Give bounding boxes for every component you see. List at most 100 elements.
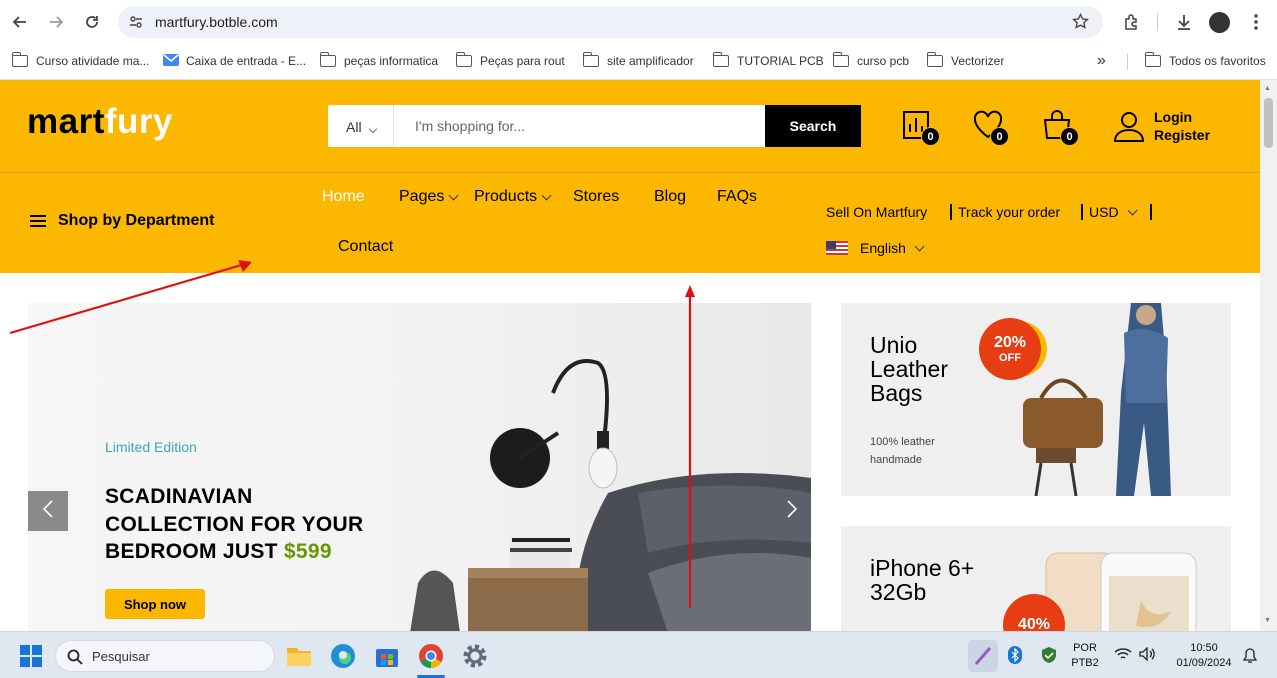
notification-bell-icon[interactable] [1242,648,1258,669]
search-icon [67,649,83,668]
nav-blog[interactable]: Blog [654,188,686,206]
scroll-down-icon[interactable]: ▼ [1264,617,1271,624]
chrome-icon[interactable] [417,642,445,670]
chevron-down-icon [448,190,459,200]
folder-icon [582,52,599,67]
bookmark-item[interactable]: peças informatica [319,52,438,70]
annotation-arrow-icon [9,260,252,335]
shop-now-button[interactable]: Shop now [105,589,205,619]
user-icon [1113,110,1145,147]
annotation-arrow-icon [685,285,695,608]
windows-start-icon[interactable] [20,645,42,672]
bookmark-divider [1127,54,1128,70]
back-icon[interactable] [8,10,32,34]
chevron-right-icon [786,499,798,523]
download-icon[interactable] [1172,10,1196,34]
bookmark-item[interactable]: site amplificador [582,52,694,70]
chevron-down-icon [368,124,377,134]
account-area: Login Register [1113,108,1223,148]
slider-next-button[interactable] [772,491,812,531]
cart-count-badge: 0 [1060,127,1079,146]
currency-select[interactable]: USD [1089,204,1138,220]
windows-taskbar: Pesquisar POR PTB2 10:50 01/09/2024 [0,631,1277,678]
promo-leather-bags[interactable]: Unio Leather Bags 100% leather handmade … [841,303,1231,496]
us-flag-icon [826,241,848,255]
banner-title-line3: BEDROOM JUST $599 [105,540,332,563]
bookmark-item[interactable]: Caixa de entrada - E... [163,52,306,70]
url-text[interactable]: martfury.botble.com [155,14,278,30]
promo-iphone[interactable]: iPhone 6+ 32Gb 40% [841,526,1231,631]
register-link[interactable]: Register [1154,127,1210,143]
input-language[interactable]: POR PTB2 [1068,641,1102,671]
page-scrollbar[interactable]: ▲ ▼ [1260,80,1277,631]
menu-kebab-icon[interactable] [1244,10,1268,34]
star-icon[interactable] [1072,12,1089,35]
search-input[interactable] [395,105,765,147]
slider-prev-button[interactable] [28,491,68,531]
bookmark-item[interactable]: curso pcb [832,52,909,70]
wishlist-count-badge: 0 [990,127,1009,146]
bookmark-item[interactable]: TUTORIAL PCB [712,52,824,70]
profile-avatar[interactable] [1209,12,1230,33]
pen-app-icon[interactable] [968,640,998,672]
nav-stores[interactable]: Stores [573,188,619,206]
file-explorer-icon[interactable] [285,642,313,670]
wishlist-button[interactable]: 0 [971,108,1011,148]
track-order-link[interactable]: Track your order [958,204,1060,220]
hamburger-icon [30,215,46,227]
cart-button[interactable]: 0 [1041,108,1081,148]
extensions-icon[interactable] [1119,10,1143,34]
all-favorites[interactable]: Todos os favoritos [1144,52,1266,70]
banner-price: $599 [283,540,332,563]
site-logo[interactable]: martfury [27,102,173,142]
scroll-thumb[interactable] [1264,98,1273,148]
folder-icon [11,52,28,67]
scroll-up-icon[interactable]: ▲ [1264,85,1271,92]
compare-button[interactable]: 0 [901,108,941,148]
link-separator [950,204,952,220]
folder-icon [319,52,336,67]
folder-icon [455,52,472,67]
forward-icon[interactable] [44,10,68,34]
shop-by-department-button[interactable]: Shop by Department [30,212,214,230]
wifi-icon[interactable] [1114,647,1132,666]
address-bar[interactable]: martfury.botble.com [118,6,1103,38]
sell-on-martfury-link[interactable]: Sell On Martfury [826,204,927,220]
clock[interactable]: 10:50 01/09/2024 [1168,641,1240,671]
nav-products[interactable]: Products [474,188,552,206]
store-icon[interactable] [373,642,401,670]
chevron-down-icon [541,190,552,200]
compare-count-badge: 0 [921,127,940,146]
link-separator [1150,204,1152,220]
bookmark-item[interactable]: Peças para rout [455,52,565,70]
reload-icon[interactable] [80,10,104,34]
bookmark-item[interactable]: Curso atividade ma... [11,52,149,70]
bedroom-image [410,359,811,631]
edge-icon[interactable] [329,642,357,670]
bookmarks-overflow-icon[interactable]: » [1097,52,1106,70]
search-button[interactable]: Search [765,105,861,147]
login-link[interactable]: Login [1154,109,1192,125]
language-select[interactable]: English [826,240,925,256]
category-select[interactable]: All [328,105,394,147]
taskbar-search[interactable]: Pesquisar [55,640,275,672]
settings-gear-icon[interactable] [461,642,489,670]
banner-title-line1: SCADINAVIAN [105,485,253,508]
nav-home[interactable]: Home [322,188,365,206]
iphone-image [1045,552,1197,631]
folder-icon [926,52,943,67]
banner-title-line2: COLLECTION FOR YOUR [105,513,364,536]
bookmark-item[interactable]: Vectorizer [926,52,1004,70]
link-separator [1081,204,1083,220]
nav-contact[interactable]: Contact [338,238,393,256]
volume-icon[interactable] [1139,646,1157,666]
chevron-down-icon [1127,205,1138,215]
bookmarks-bar: Curso atividade ma... Caixa de entrada -… [0,44,1277,80]
site-info-icon[interactable] [128,14,144,35]
gmail-icon [163,53,179,69]
nav-pages[interactable]: Pages [399,188,459,206]
nav-faqs[interactable]: FAQs [717,188,757,206]
browser-toolbar: martfury.botble.com [0,0,1277,44]
security-shield-icon[interactable] [1040,646,1058,669]
bluetooth-icon[interactable] [1008,646,1022,669]
